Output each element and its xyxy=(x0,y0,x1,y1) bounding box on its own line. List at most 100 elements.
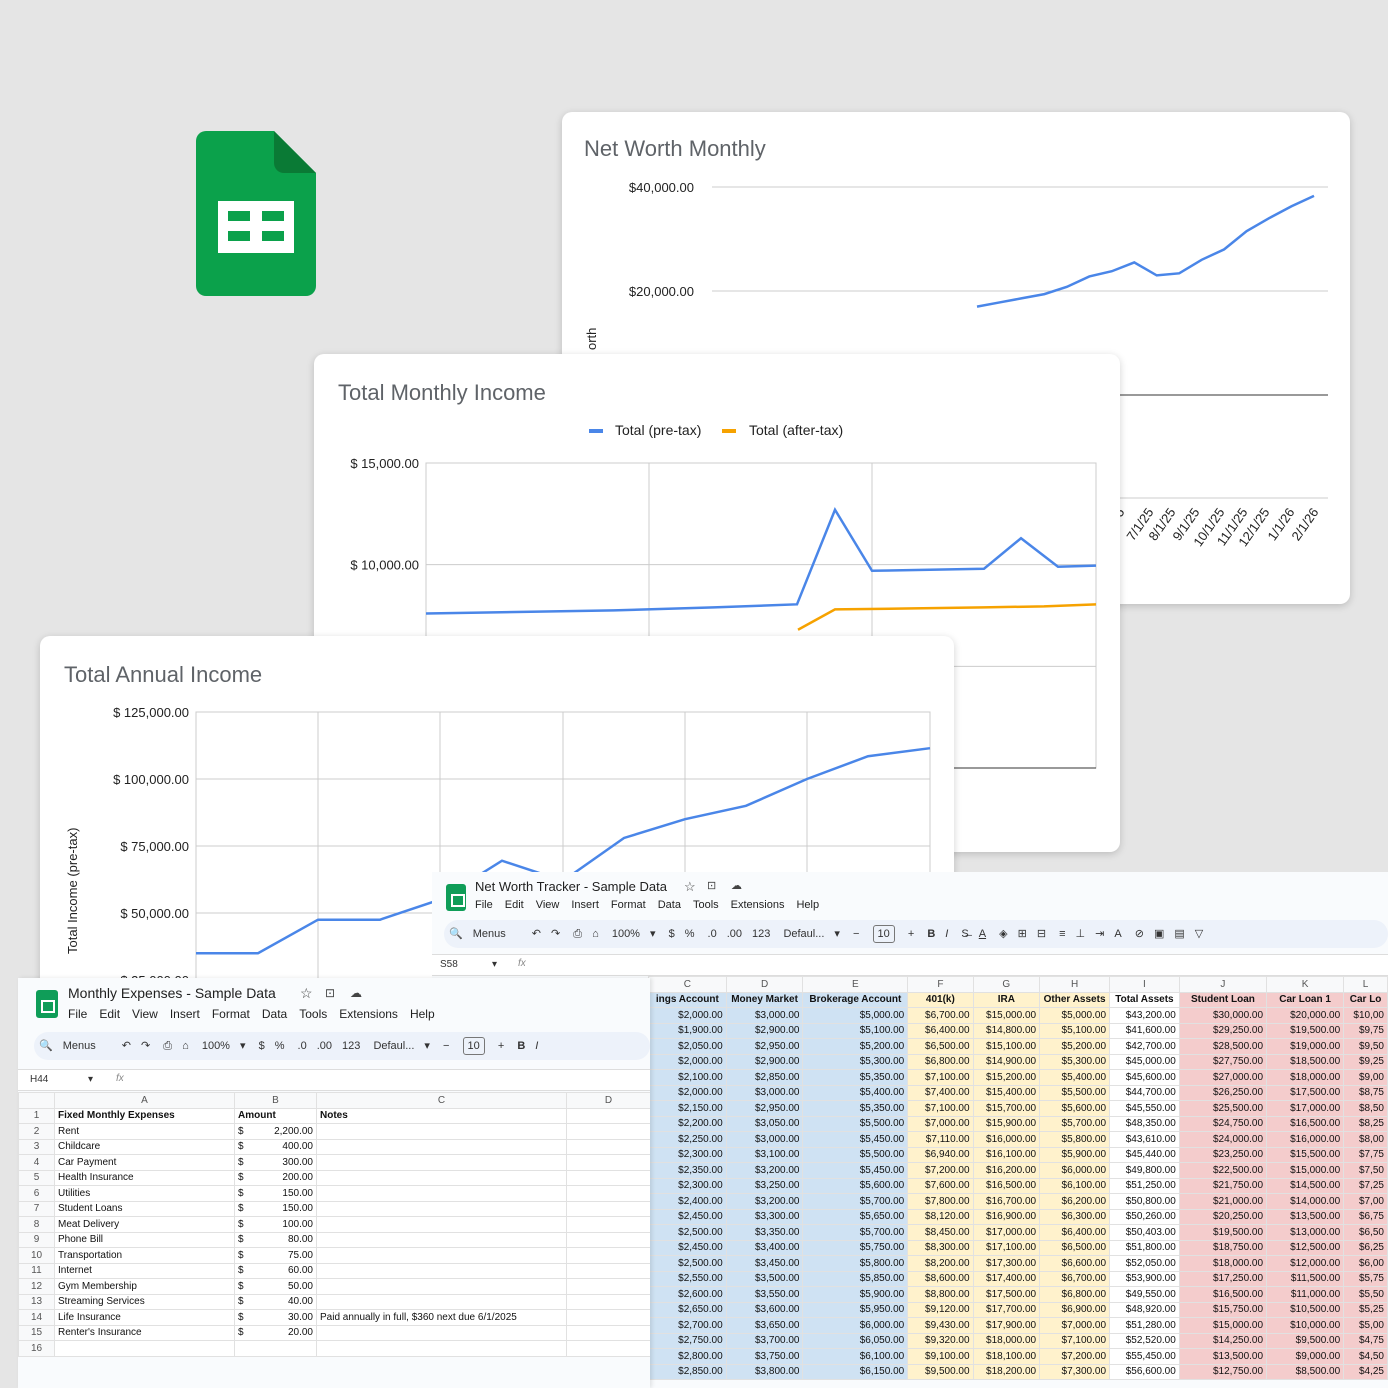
zoom-select[interactable]: 100% xyxy=(612,920,640,948)
font-select[interactable]: Defaul... xyxy=(373,1032,414,1060)
cell[interactable]: $18,100.00 xyxy=(972,1348,1041,1365)
expense-name-cell[interactable]: Utilities xyxy=(54,1185,235,1202)
cell[interactable]: $43,610.00 xyxy=(1109,1131,1180,1148)
cell[interactable]: $5,200.00 xyxy=(802,1038,909,1055)
cell[interactable]: $8,200.00 xyxy=(907,1255,974,1272)
row-number[interactable]: 13 xyxy=(18,1293,55,1310)
cell[interactable]: $2,450.00 xyxy=(648,1208,727,1225)
column-header[interactable]: I xyxy=(1109,976,1180,993)
amount-cell[interactable]: $40.00 xyxy=(234,1293,317,1310)
menu-item-view[interactable]: View xyxy=(536,899,560,911)
column-header[interactable]: C xyxy=(648,976,727,993)
cell[interactable]: $6,200.00 xyxy=(1039,1193,1111,1210)
cell[interactable]: $1,900.00 xyxy=(648,1022,727,1039)
row-number[interactable]: 9 xyxy=(18,1231,55,1248)
cell[interactable]: $6,150.00 xyxy=(802,1363,909,1380)
cell[interactable]: $16,000.00 xyxy=(972,1131,1041,1148)
cell[interactable] xyxy=(566,1231,650,1248)
cell[interactable]: $15,750.00 xyxy=(1178,1301,1268,1318)
cell[interactable]: $7,75 xyxy=(1343,1146,1388,1163)
zoom-select[interactable]: 100% xyxy=(202,1032,230,1060)
header-cell[interactable]: Total Assets xyxy=(1109,991,1180,1008)
cell[interactable]: $5,300.00 xyxy=(1039,1053,1111,1070)
amount-cell[interactable]: $2,200.00 xyxy=(234,1123,317,1140)
cell[interactable]: $5,500.00 xyxy=(802,1115,909,1132)
menu-item-extensions[interactable]: Extensions xyxy=(339,1007,398,1021)
cell[interactable]: $9,50 xyxy=(1343,1038,1388,1055)
cell[interactable]: $4,50 xyxy=(1343,1348,1388,1365)
cell[interactable]: $9,320.00 xyxy=(907,1332,974,1349)
row-number[interactable]: 15 xyxy=(18,1324,55,1341)
font-size-decrease[interactable]: − xyxy=(853,920,859,948)
font-size-increase[interactable]: + xyxy=(908,920,914,948)
cell[interactable]: $9,000.00 xyxy=(1266,1348,1345,1365)
column-header[interactable]: H xyxy=(1039,976,1111,993)
header-cell[interactable]: Notes xyxy=(316,1107,567,1124)
text-color-button[interactable]: A xyxy=(979,920,986,948)
cell[interactable]: $5,800.00 xyxy=(802,1255,909,1272)
cell[interactable]: $14,800.00 xyxy=(972,1022,1041,1039)
paint-format-icon[interactable]: ⌂ xyxy=(592,920,599,948)
cell[interactable]: $6,500.00 xyxy=(1039,1239,1111,1256)
cell[interactable]: $2,100.00 xyxy=(648,1069,727,1086)
cell[interactable]: $5,600.00 xyxy=(1039,1100,1111,1117)
cell[interactable]: $2,350.00 xyxy=(648,1162,727,1179)
cell[interactable]: $7,600.00 xyxy=(907,1177,974,1194)
cell[interactable]: $8,50 xyxy=(1343,1100,1388,1117)
header-cell[interactable]: Fixed Monthly Expenses xyxy=(54,1107,235,1124)
menu-item-file[interactable]: File xyxy=(68,1007,87,1021)
borders-icon[interactable]: ⊞ xyxy=(1018,920,1027,948)
cell[interactable]: $2,800.00 xyxy=(648,1348,727,1365)
name-box[interactable]: S58 xyxy=(440,959,458,970)
cell[interactable]: $50,403.00 xyxy=(1109,1224,1180,1241)
cell[interactable]: $15,100.00 xyxy=(972,1038,1041,1055)
cell[interactable]: $21,000.00 xyxy=(1178,1193,1268,1210)
amount-cell[interactable]: $30.00 xyxy=(234,1309,317,1326)
more-formats-button[interactable]: 123 xyxy=(752,920,770,948)
cell[interactable]: $13,500.00 xyxy=(1178,1348,1268,1365)
column-header[interactable]: F xyxy=(907,976,974,993)
font-size-increase[interactable]: + xyxy=(498,1032,504,1060)
cell[interactable]: $7,000.00 xyxy=(1039,1317,1111,1334)
increase-decimal-button[interactable]: .00 xyxy=(727,920,742,948)
cell[interactable]: $2,300.00 xyxy=(648,1146,727,1163)
cell[interactable]: $9,75 xyxy=(1343,1022,1388,1039)
amount-cell[interactable]: $150.00 xyxy=(234,1200,317,1217)
font-size-input[interactable]: 10 xyxy=(872,925,895,943)
cell[interactable] xyxy=(566,1169,650,1186)
cell[interactable]: $10,000.00 xyxy=(1266,1317,1345,1334)
vertical-align-icon[interactable]: ⊥ xyxy=(1076,920,1086,948)
cell[interactable]: $6,050.00 xyxy=(802,1332,909,1349)
cell[interactable] xyxy=(566,1185,650,1202)
cell[interactable]: $16,500.00 xyxy=(1266,1115,1345,1132)
notes-cell[interactable] xyxy=(316,1154,567,1171)
notes-cell[interactable] xyxy=(316,1324,567,1341)
cell[interactable]: $7,00 xyxy=(1343,1193,1388,1210)
cell[interactable]: $7,100.00 xyxy=(907,1100,974,1117)
cell[interactable]: $19,500.00 xyxy=(1178,1224,1268,1241)
row-number[interactable]: 11 xyxy=(18,1262,55,1279)
cell[interactable]: $5,450.00 xyxy=(802,1131,909,1148)
cell[interactable]: $56,600.00 xyxy=(1109,1363,1180,1380)
fill-color-icon[interactable]: ◈ xyxy=(999,920,1007,948)
cell[interactable]: $8,75 xyxy=(1343,1084,1388,1101)
print-icon[interactable]: ⎙ xyxy=(573,920,582,948)
cell[interactable]: $10,500.00 xyxy=(1266,1301,1345,1318)
column-header[interactable]: L xyxy=(1343,976,1388,993)
cell[interactable]: $3,350.00 xyxy=(725,1224,804,1241)
cell[interactable]: $17,400.00 xyxy=(972,1270,1041,1287)
cell[interactable]: $3,450.00 xyxy=(725,1255,804,1272)
chevron-down-icon[interactable]: ▾ xyxy=(834,920,840,948)
cell[interactable]: $6,00 xyxy=(1343,1255,1388,1272)
cell[interactable]: $5,400.00 xyxy=(1039,1069,1111,1086)
cell[interactable]: $5,400.00 xyxy=(802,1084,909,1101)
cell[interactable]: $6,400.00 xyxy=(1039,1224,1111,1241)
menu-item-insert[interactable]: Insert xyxy=(571,899,599,911)
move-folder-icon[interactable]: ⊡ xyxy=(707,879,716,892)
cell[interactable]: $5,600.00 xyxy=(802,1177,909,1194)
paint-format-icon[interactable]: ⌂ xyxy=(182,1032,189,1060)
cell[interactable]: $20,000.00 xyxy=(1266,1007,1345,1024)
menu-item-edit[interactable]: Edit xyxy=(99,1007,120,1021)
cell[interactable]: $15,000.00 xyxy=(1266,1162,1345,1179)
amount-cell[interactable]: $60.00 xyxy=(234,1262,317,1279)
